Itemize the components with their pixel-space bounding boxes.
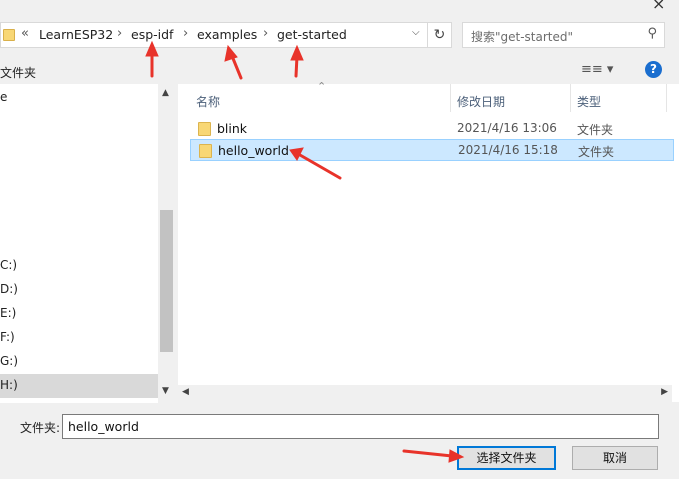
navigation-pane[interactable]: e C:) D:) E:) F:) G:) H:) xyxy=(0,84,175,403)
breadcrumb-separator[interactable]: › xyxy=(117,26,122,41)
scroll-up-icon[interactable]: ▲ xyxy=(162,88,169,98)
file-type: 文件夹 xyxy=(578,145,615,159)
search-icon[interactable]: ⚲ xyxy=(647,26,657,41)
folder-icon xyxy=(198,122,211,136)
arrow-head xyxy=(290,44,304,61)
breadcrumb-overflow-icon[interactable]: « xyxy=(21,26,29,41)
nav-scrollbar[interactable]: ▲ ▼ xyxy=(158,84,175,403)
scroll-down-icon[interactable]: ▼ xyxy=(162,386,169,396)
folder-icon xyxy=(3,29,15,41)
file-row-hello-world[interactable]: hello_world 2021/4/16 15:18 文件夹 xyxy=(190,139,674,161)
breadcrumb-esp-idf[interactable]: esp-idf xyxy=(131,27,173,42)
arrow-examples xyxy=(230,54,243,80)
nav-item[interactable]: e xyxy=(0,90,7,104)
folder-icon xyxy=(199,144,212,158)
close-icon[interactable]: × xyxy=(652,0,665,13)
column-divider[interactable] xyxy=(570,84,571,112)
new-folder-button[interactable]: 文件夹 xyxy=(0,64,36,81)
cancel-button[interactable]: 取消 xyxy=(572,446,658,470)
breadcrumb-get-started[interactable]: get-started xyxy=(277,27,347,42)
file-name: hello_world xyxy=(218,143,289,158)
help-icon[interactable]: ? xyxy=(645,61,662,78)
folder-name-input[interactable]: hello_world xyxy=(62,414,659,439)
file-date: 2021/4/16 13:06 xyxy=(457,121,557,135)
scroll-right-icon[interactable]: ▶ xyxy=(661,387,668,397)
file-date: 2021/4/16 15:18 xyxy=(458,143,558,157)
breadcrumb-learnesp32[interactable]: LearnESP32 xyxy=(39,27,113,42)
column-header-name[interactable]: 名称 xyxy=(196,93,220,110)
nav-item-drive-h[interactable]: H:) xyxy=(0,378,18,392)
nav-item-drive-d[interactable]: D:) xyxy=(0,282,18,296)
address-bar[interactable]: « LearnESP32 › esp-idf › examples › get-… xyxy=(0,22,428,48)
nav-selection-highlight xyxy=(0,374,158,398)
file-row-blink[interactable]: blink 2021/4/16 13:06 文件夹 xyxy=(190,118,674,140)
arrow-select-button xyxy=(402,449,454,458)
scrollbar-thumb[interactable] xyxy=(160,210,173,352)
nav-item-drive-e[interactable]: E:) xyxy=(0,306,16,320)
file-type: 文件夹 xyxy=(577,123,614,137)
search-placeholder: 搜索"get-started" xyxy=(471,30,574,44)
scroll-left-icon[interactable]: ◀ xyxy=(182,387,189,397)
sort-arrow-icon: ⌃ xyxy=(317,80,327,93)
view-options-icon[interactable]: ≡≡ ▾ xyxy=(581,62,613,77)
chevron-down-icon[interactable]: ⌵ xyxy=(412,27,420,38)
column-header-date[interactable]: 修改日期 xyxy=(457,93,505,110)
breadcrumb-examples[interactable]: examples xyxy=(197,27,257,42)
file-name: blink xyxy=(217,121,248,136)
arrow-get-started xyxy=(294,54,299,78)
nav-item-drive-f[interactable]: F:) xyxy=(0,330,15,344)
folder-field-label: 文件夹: xyxy=(20,421,61,435)
column-divider[interactable] xyxy=(666,84,667,112)
file-list[interactable]: ⌃ 名称 修改日期 类型 blink 2021/4/16 13:06 文件夹 h… xyxy=(178,80,679,402)
nav-item-drive-g[interactable]: G:) xyxy=(0,354,18,368)
select-folder-button[interactable]: 选择文件夹 xyxy=(457,446,556,470)
column-header-type[interactable]: 类型 xyxy=(577,93,601,110)
search-input[interactable]: 搜索"get-started" ⚲ xyxy=(462,22,665,48)
horizontal-scrollbar[interactable]: ◀ ▶ xyxy=(178,385,672,402)
breadcrumb-separator[interactable]: › xyxy=(263,26,268,41)
nav-item-drive-c[interactable]: C:) xyxy=(0,258,17,272)
arrow-head xyxy=(224,44,238,62)
column-divider[interactable] xyxy=(450,84,451,112)
breadcrumb-separator[interactable]: › xyxy=(183,26,188,41)
refresh-icon[interactable]: ↻ xyxy=(428,22,452,48)
